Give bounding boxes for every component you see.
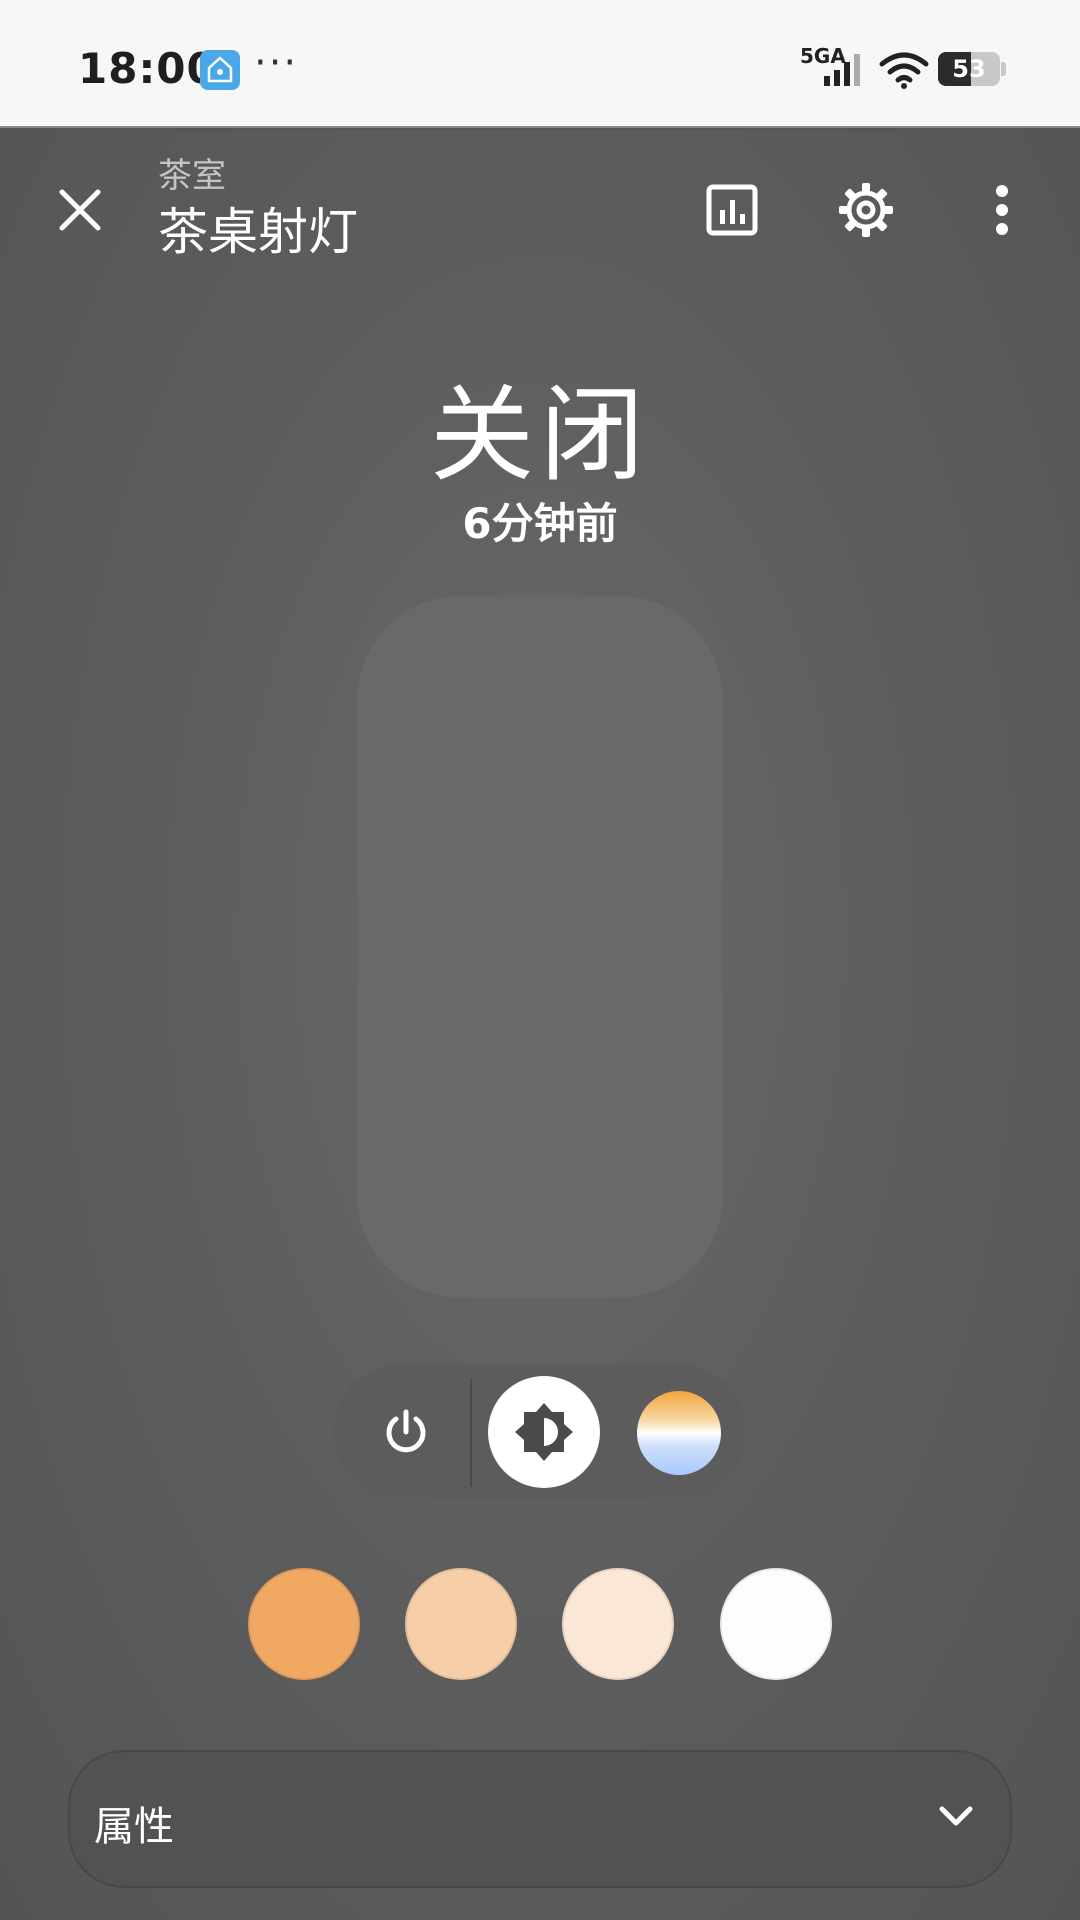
chevron-down-icon [939,1806,973,1826]
wifi-icon [878,50,930,94]
brightness-mode-button[interactable] [488,1376,600,1488]
color-temperature-button[interactable] [637,1391,721,1475]
battery-text: 53 [952,55,986,83]
mode-divider [470,1379,472,1487]
device-title: 茶桌射灯 [158,203,358,261]
history-button[interactable] [692,170,772,250]
notification-more-icon: ··· [254,40,299,86]
status-time: 18:00 [78,44,217,93]
close-button[interactable] [40,170,120,250]
attributes-expander[interactable]: 属性 [68,1750,1012,1888]
settings-button[interactable] [826,170,906,250]
home-assistant-app-icon [200,50,240,90]
last-changed: 6分钟前 [462,499,618,548]
room-name: 茶室 [158,156,226,196]
close-icon [59,189,101,231]
attributes-label: 属性 [94,1804,174,1850]
more-vert-icon [996,185,1008,235]
more-options-button[interactable] [962,170,1042,250]
history-chart-icon [706,184,758,236]
power-toggle-button[interactable] [356,1382,456,1482]
state-label: 关闭 [429,374,650,496]
color-swatch-4[interactable] [720,1568,832,1680]
settings-gear-icon [839,183,893,237]
battery-icon: 53 [938,52,1000,86]
brightness-slider[interactable] [357,596,723,1298]
color-swatch-1[interactable] [248,1568,360,1680]
brightness-icon [515,1403,573,1461]
power-icon [386,1409,426,1453]
device-dialog: 茶室 茶桌射灯 关闭 6分钟前 属性 [0,130,1080,1920]
color-swatch-3[interactable] [562,1568,674,1680]
cell-signal-icon [820,52,868,92]
battery-tip [1001,62,1006,76]
status-bar: 18:00 ··· 5GA 53 [0,0,1080,128]
color-swatch-2[interactable] [405,1568,517,1680]
